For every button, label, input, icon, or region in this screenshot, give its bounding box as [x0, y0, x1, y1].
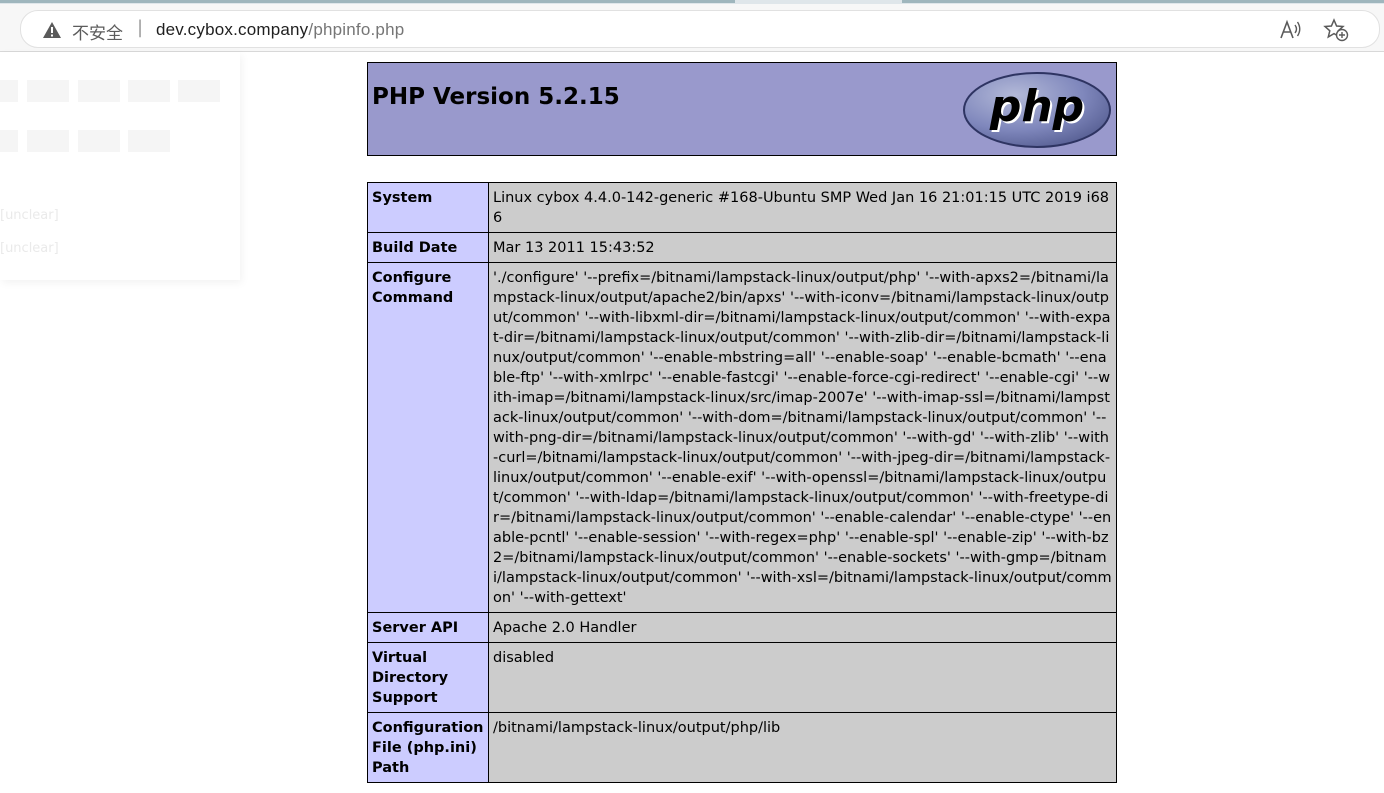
tab-edge[interactable] [902, 0, 1384, 3]
table-row: Server API Apache 2.0 Handler [367, 612, 1117, 643]
table-row: Build Date Mar 13 2011 15:43:52 [367, 232, 1117, 263]
row-value: /bitnami/lampstack-linux/output/php/lib [488, 712, 1117, 783]
security-label[interactable]: 不安全 [72, 19, 123, 44]
row-key: System [367, 182, 489, 233]
php-header: PHP Version 5.2.15 php php [367, 62, 1117, 156]
add-favorite-icon[interactable] [1323, 18, 1349, 42]
url-path: /phpinfo.php [308, 20, 405, 39]
faded-block [128, 130, 170, 152]
php-version-title: PHP Version 5.2.15 [372, 84, 620, 110]
row-value: Mar 13 2011 15:43:52 [488, 232, 1117, 263]
row-key: Configure Command [367, 262, 489, 613]
row-value: './configure' '--prefix=/bitnami/lampsta… [488, 262, 1117, 613]
php-logo-text-shadow: php [989, 81, 1084, 132]
url-text[interactable]: dev.cybox.company/phpinfo.php [156, 20, 404, 40]
table-row: Configuration File (php.ini) Path /bitna… [367, 712, 1117, 783]
faded-block [0, 130, 18, 152]
row-key: Virtual Directory Support [367, 642, 489, 713]
read-aloud-icon[interactable] [1279, 19, 1303, 41]
row-key: Server API [367, 612, 489, 643]
faded-block [78, 130, 120, 152]
url-separator: | [137, 17, 144, 38]
row-value: Linux cybox 4.4.0-142-generic #168-Ubunt… [488, 182, 1117, 233]
warning-icon[interactable] [42, 21, 62, 39]
faded-block [0, 80, 18, 102]
active-tab-edge[interactable] [0, 0, 735, 3]
faded-text: [unclear] [0, 241, 59, 256]
faded-popup: [unclear] [unclear] [0, 52, 240, 280]
row-key: Build Date [367, 232, 489, 263]
faded-text: [unclear] [0, 208, 59, 223]
row-value: Apache 2.0 Handler [488, 612, 1117, 643]
row-value: disabled [488, 642, 1117, 713]
faded-block [27, 80, 69, 102]
table-row: System Linux cybox 4.4.0-142-generic #16… [367, 182, 1117, 233]
php-info-table: System Linux cybox 4.4.0-142-generic #16… [367, 182, 1117, 783]
row-key: Configuration File (php.ini) Path [367, 712, 489, 783]
table-row: Virtual Directory Support disabled [367, 642, 1117, 713]
faded-block [128, 80, 170, 102]
url-host: dev.cybox.company [156, 20, 309, 39]
faded-block [178, 80, 220, 102]
php-logo[interactable]: php php [962, 71, 1112, 149]
faded-block [27, 130, 69, 152]
table-row: Configure Command './configure' '--prefi… [367, 262, 1117, 613]
address-bar: 不安全 | dev.cybox.company/phpinfo.php [0, 4, 1384, 52]
url-box[interactable]: 不安全 | dev.cybox.company/phpinfo.php [20, 10, 1380, 48]
faded-block [78, 80, 120, 102]
